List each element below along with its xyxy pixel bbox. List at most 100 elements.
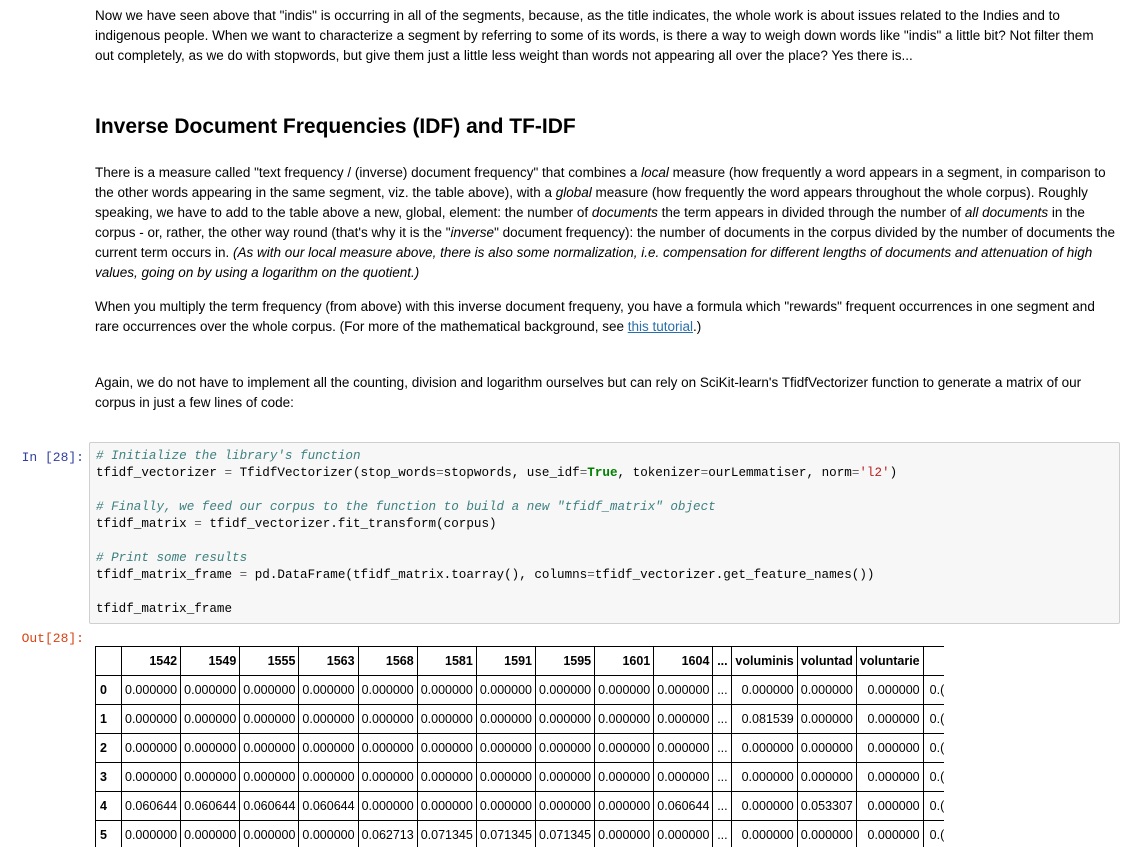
table-cell: 0.000000 <box>731 733 798 763</box>
truncated-cell: 0.( <box>922 820 945 847</box>
table-cell: 0.060644 <box>180 791 241 821</box>
output-area[interactable]: 1542 1549 1555 1563 1568 1581 1591 1595 … <box>95 646 1141 847</box>
input-prompt: In [28]: <box>21 450 84 465</box>
table-cell: 0.000000 <box>416 733 477 763</box>
code-token: tfidf_matrix <box>96 517 195 531</box>
column-header: 1563 <box>298 646 359 676</box>
table-cell: 0.000000 <box>594 791 655 821</box>
ellipsis-cell: ... <box>712 820 733 847</box>
section-heading: Inverse Document Frequencies (IDF) and T… <box>95 115 576 138</box>
column-header: voluminis <box>731 646 798 676</box>
code-token: TfidfVectorizer(stop_words <box>232 466 437 480</box>
table-cell: 0.060644 <box>239 791 300 821</box>
table-cell: 0.060644 <box>653 791 714 821</box>
row-index: 4 <box>95 791 122 821</box>
table-cell: 0.000000 <box>120 733 182 763</box>
ellipsis-cell: ... <box>712 733 733 763</box>
code-token: stopwords, use_idf <box>443 466 580 480</box>
p2-italic-inverse: inverse <box>450 225 495 240</box>
column-header: 1549 <box>180 646 241 676</box>
table-cell: 0.000000 <box>855 733 924 763</box>
code-token: tfidf_matrix_frame <box>96 602 233 616</box>
column-header: voluntad <box>796 646 857 676</box>
table-cell: 0.060644 <box>298 791 359 821</box>
code-operator: = <box>194 517 202 531</box>
truncated-cell: 0.( <box>922 762 945 792</box>
table-cell: 0.000000 <box>416 704 477 734</box>
table-row: 5 0.000000 0.000000 0.000000 0.000000 0.06271… <box>95 820 945 847</box>
ellipsis-cell: ... <box>712 791 733 821</box>
table-cell: 0.000000 <box>298 704 359 734</box>
table-cell: 0.000000 <box>120 675 182 705</box>
table-cell: 0.071345 <box>416 820 477 847</box>
table-cell: 0.000000 <box>796 733 857 763</box>
truncated-cell: 0.( <box>922 675 945 705</box>
p2-italic-documents: documents <box>591 205 658 220</box>
code-token: tfidf_vectorizer.get_feature_names()) <box>594 568 875 582</box>
table-cell: 0.000000 <box>475 791 536 821</box>
code-token: tfidf_vectorizer.fit_transform(corpus) <box>201 517 497 531</box>
p3-text-1: When you multiply the term frequency (fr… <box>95 299 1095 334</box>
table-row: 4 0.060644 0.060644 0.060644 0.060644 0.00000… <box>95 791 945 821</box>
code-token: ) <box>889 466 898 480</box>
ellipsis-header: ... <box>712 646 733 676</box>
row-index: 1 <box>95 704 122 734</box>
truncated-cell: 0.( <box>922 733 945 763</box>
index-header <box>95 646 122 676</box>
table-cell: 0.000000 <box>534 791 596 821</box>
table-cell: 0.000000 <box>239 733 300 763</box>
table-cell: 0.000000 <box>796 820 857 847</box>
table-cell: 0.000000 <box>416 791 477 821</box>
table-cell: 0.000000 <box>594 733 655 763</box>
table-cell: 0.060644 <box>120 791 182 821</box>
table-cell: 0.000000 <box>653 762 714 792</box>
table-cell: 0.081539 <box>731 704 798 734</box>
idf-explanation-paragraph: There is a measure called "text frequenc… <box>95 163 1115 283</box>
code-string: 'l2' <box>859 466 890 480</box>
table-cell: 0.000000 <box>653 820 714 847</box>
table-cell: 0.000000 <box>416 675 477 705</box>
row-index: 3 <box>95 762 122 792</box>
code-cell-editor[interactable]: # Initialize the library's function tfid… <box>89 442 1120 624</box>
intro-text: Now we have seen above that "indis" is o… <box>95 8 1094 63</box>
tutorial-link[interactable]: this tutorial <box>628 319 693 334</box>
code-token: tfidf_vectorizer <box>96 466 225 480</box>
p2-text-1: There is a measure called "text frequenc… <box>95 165 642 180</box>
table-cell: 0.000000 <box>180 675 241 705</box>
column-header: 1591 <box>475 646 536 676</box>
code-token: ourLemmatiser, norm <box>708 466 852 480</box>
table-cell: 0.000000 <box>731 820 798 847</box>
table-cell: 0.000000 <box>357 791 418 821</box>
table-cell: 0.000000 <box>180 820 241 847</box>
row-index: 0 <box>95 675 122 705</box>
table-cell: 0.000000 <box>239 704 300 734</box>
code-operator: = <box>224 466 233 480</box>
column-header: 1581 <box>416 646 477 676</box>
table-cell: 0.000000 <box>534 733 596 763</box>
table-cell: 0.000000 <box>239 675 300 705</box>
table-cell: 0.071345 <box>475 820 536 847</box>
truncated-column-header <box>922 646 945 676</box>
table-cell: 0.000000 <box>120 762 182 792</box>
p2-italic-local: local <box>641 165 669 180</box>
p4-text: Again, we do not have to implement all t… <box>95 375 1082 410</box>
table-cell: 0.000000 <box>855 762 924 792</box>
table-cell: 0.000000 <box>653 675 714 705</box>
table-cell: 0.000000 <box>180 733 241 763</box>
table-cell: 0.000000 <box>180 704 241 734</box>
table-cell: 0.000000 <box>534 762 596 792</box>
intro-paragraph: Now we have seen above that "indis" is o… <box>95 6 1115 66</box>
table-cell: 0.000000 <box>731 791 798 821</box>
table-cell: 0.000000 <box>796 762 857 792</box>
table-row: 0 0.000000 0.000000 0.000000 0.000000 0.00000… <box>95 675 945 705</box>
table-cell: 0.053307 <box>796 791 857 821</box>
p2-italic-note: (As with our local measure above, there … <box>95 245 1093 280</box>
ellipsis-cell: ... <box>712 762 733 792</box>
code-comment-2: # Finally, we feed our corpus to the fun… <box>96 500 716 514</box>
table-cell: 0.000000 <box>357 704 418 734</box>
table-cell: 0.000000 <box>239 820 300 847</box>
table-cell: 0.000000 <box>475 704 536 734</box>
column-header: 1555 <box>239 646 300 676</box>
table-cell: 0.000000 <box>731 762 798 792</box>
table-cell: 0.000000 <box>475 762 536 792</box>
